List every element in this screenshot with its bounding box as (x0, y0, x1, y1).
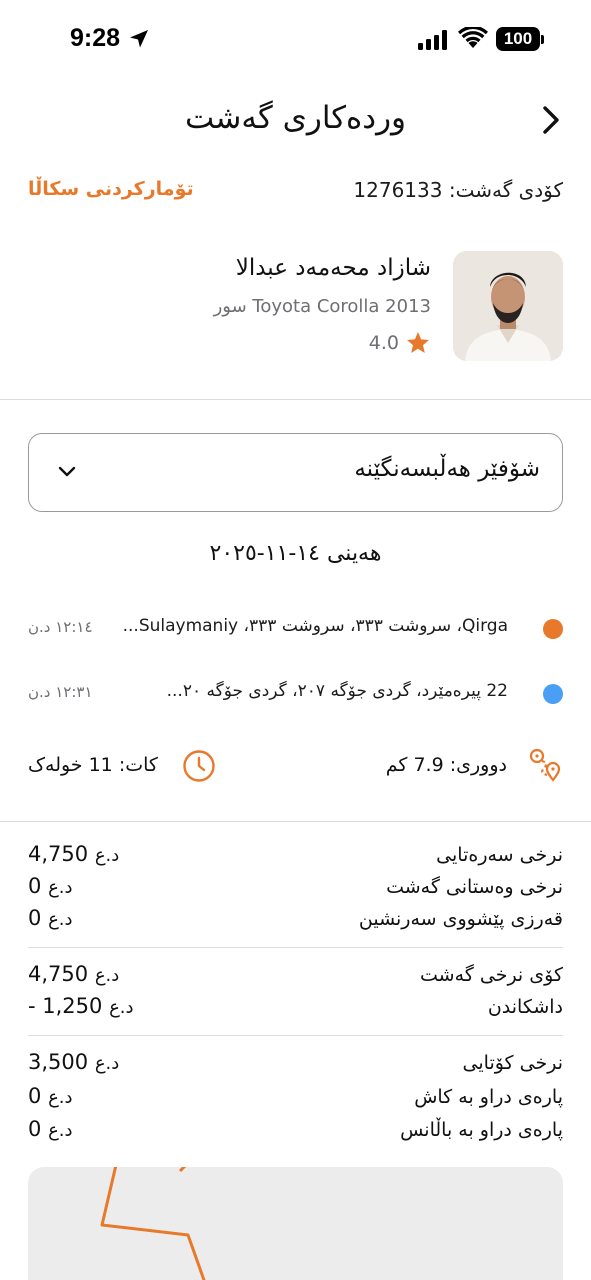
route-distance-icon (529, 748, 561, 782)
car-info: Toyota Corolla 2013 سور (213, 296, 431, 317)
fare-value: 3,500 د.ع (28, 1050, 120, 1074)
battery-tip (541, 35, 544, 44)
fare-row-balance-paid: پارەی دراو بە باڵانس 0 د.ع (28, 1117, 563, 1145)
divider (0, 821, 591, 822)
back-button[interactable] (535, 102, 567, 138)
fare-value: - 1,250 د.ع (28, 994, 134, 1018)
fare-value: 0 د.ع (28, 906, 73, 930)
trip-date: هەینی ١٤-١١-٢٠٢٥ (209, 541, 382, 566)
location-arrow-icon (130, 30, 148, 48)
chevron-down-icon (58, 466, 76, 477)
fare-label: داشکاندن (487, 996, 563, 1018)
fare-label: نرخی کۆتایی (462, 1052, 563, 1074)
fare-row-previous-debt: قەرزی پێشووی سەرنشین 0 د.ع (28, 906, 563, 934)
trip-code: کۆدی گەشت: 1276133 (353, 178, 563, 202)
fare-label: نرخی وەستانی گەشت (386, 876, 563, 898)
fare-value: 4,750 د.ع (28, 962, 120, 986)
pickup-address: Qirga، سروشت ٣٣٣، سروشت ٣٣٣، Sulaymaniy.… (123, 616, 508, 636)
file-complaint-link[interactable]: تۆمارکردنی سکاڵا (28, 178, 194, 200)
pickup-location: Qirga، سروشت ٣٣٣، سروشت ٣٣٣، Sulaymaniy.… (28, 614, 563, 644)
fare-value: 0 د.ع (28, 1084, 73, 1108)
dropoff-dot-icon (543, 684, 563, 704)
trip-distance: دووری: 7.9 کم (385, 754, 507, 776)
driver-avatar (453, 251, 563, 361)
dropoff-time: ١٢:٣١ د.ن (28, 683, 93, 701)
fare-row-final: نرخی کۆتایی 3,500 د.ع (28, 1050, 563, 1078)
chevron-right-icon (543, 106, 559, 134)
fare-value: 4,750 د.ع (28, 842, 120, 866)
dropoff-address: 22 پیرەمێرد، گردی جۆگە ٢٠٧، گردی جۆگە ٢٠… (166, 681, 508, 701)
cellular-signal-icon (418, 30, 447, 50)
fare-label: نرخی سەرەتایی (436, 844, 563, 866)
rate-driver-dropdown[interactable]: شۆفێر هەڵبسەنگێنە (28, 433, 563, 512)
divider (28, 1035, 563, 1036)
rating-value: 4.0 (368, 332, 399, 354)
trip-route-map[interactable] (28, 1167, 563, 1280)
clock-icon (183, 750, 215, 782)
divider (28, 947, 563, 948)
wifi-icon (458, 27, 488, 48)
dropdown-label: شۆفێر هەڵبسەنگێنە (354, 456, 540, 482)
fare-value: 0 د.ع (28, 874, 73, 898)
fare-label: پارەی دراو بە کاش (414, 1086, 563, 1108)
fare-value: 0 د.ع (28, 1117, 73, 1141)
status-bar: 9:28 100 (0, 0, 591, 80)
status-time: 9:28 (70, 24, 121, 52)
divider (0, 399, 591, 400)
driver-rating: 4.0 (369, 330, 431, 356)
fare-row-cash-paid: پارەی دراو بە کاش 0 د.ع (28, 1084, 563, 1112)
driver-photo-illustration (453, 251, 563, 361)
fare-row-total: کۆی نرخی گەشت 4,750 د.ع (28, 962, 563, 990)
fare-label: پارەی دراو بە باڵانس (400, 1119, 563, 1141)
fare-row-base: نرخی سەرەتایی 4,750 د.ع (28, 842, 563, 870)
fare-row-waiting: نرخی وەستانی گەشت 0 د.ع (28, 874, 563, 902)
battery-indicator: 100 (496, 27, 540, 51)
fare-row-discount: داشکاندن - 1,250 د.ع (28, 994, 563, 1022)
page-title: وردەکاری گەشت (184, 100, 407, 136)
pickup-time: ١٢:١٤ د.ن (28, 618, 93, 636)
star-icon (406, 331, 430, 353)
trip-duration: کات: 11 خولەک (28, 754, 158, 776)
fare-label: کۆی نرخی گەشت (420, 964, 563, 986)
dropoff-location: 22 پیرەمێرد، گردی جۆگە ٢٠٧، گردی جۆگە ٢٠… (28, 679, 563, 709)
driver-name: شازاد محەمەد عبدالا (235, 255, 431, 281)
fare-label: قەرزی پێشووی سەرنشین (358, 908, 563, 930)
pickup-dot-icon (543, 619, 563, 639)
route-line (100, 1167, 206, 1280)
